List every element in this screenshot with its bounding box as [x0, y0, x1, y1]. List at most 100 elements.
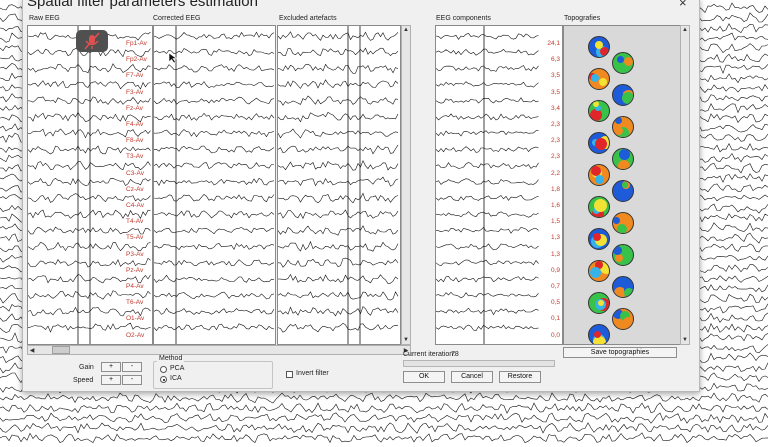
topography-blob — [624, 215, 632, 223]
gain-label: Gain — [79, 364, 94, 371]
eeg-channel-trace — [278, 128, 399, 139]
component-variance-value: 0,5 — [550, 299, 560, 307]
background-eeg-trace — [0, 432, 768, 444]
topography-map[interactable] — [588, 100, 610, 122]
eeg-component-trace — [436, 130, 539, 137]
eeg-channel-trace — [154, 96, 275, 105]
method-ica-radio[interactable] — [160, 376, 167, 383]
spatial-filter-dialog: Spatial filter parameters estimation × R… — [22, 0, 700, 392]
topo-scroll-down-icon[interactable]: ▼ — [681, 336, 689, 344]
topo-scroll-up-icon[interactable]: ▲ — [681, 26, 689, 34]
cancel-button[interactable]: Cancel — [451, 371, 493, 383]
eeg-channel-trace — [278, 209, 399, 220]
restore-button[interactable]: Restore — [499, 371, 541, 383]
topography-blob — [613, 217, 620, 224]
topography-map[interactable] — [588, 292, 610, 314]
eeg-components-pane[interactable]: 24,1 6,3 3,5 3,5 3,4 2,3 2,3 2,3 2,2 1,8 1,6 1,5 1,3… — [435, 25, 563, 345]
excluded-artefacts-pane[interactable] — [277, 25, 401, 345]
eeg-channel-trace — [278, 159, 399, 171]
method-ica-label: ICA — [170, 375, 182, 382]
scroll-up-icon[interactable]: ▲ — [402, 26, 410, 34]
eeg-horizontal-scrollbar[interactable]: ◀ ▶ — [27, 345, 411, 355]
corrected-eeg-pane[interactable] — [153, 25, 276, 345]
raw-eeg-pane[interactable]: Fp1-Av Fp2-Av F7-Av F3-Av Fz-Av F4-Av F8-Av T3-… — [27, 25, 153, 345]
eeg-channel-trace — [154, 259, 275, 267]
topography-blob — [623, 317, 633, 327]
mute-icon[interactable] — [76, 30, 108, 52]
eeg-component-trace — [436, 324, 539, 332]
topography-map[interactable] — [588, 68, 610, 90]
topography-map[interactable] — [612, 148, 634, 170]
method-pca-label: PCA — [170, 365, 185, 372]
topography-map[interactable] — [588, 36, 610, 58]
invert-filter-checkbox[interactable] — [286, 371, 293, 378]
component-variance-value: 1,8 — [550, 185, 560, 193]
topography-map[interactable] — [612, 84, 634, 106]
method-label: Method — [157, 355, 185, 362]
eeg-channel-trace — [154, 81, 275, 88]
speed-minus-button[interactable]: - — [122, 375, 142, 385]
component-variance-value: 24,1 — [547, 40, 560, 47]
channel-label: T5-Av — [126, 234, 144, 242]
topography-map[interactable] — [612, 308, 634, 330]
close-icon[interactable]: × — [679, 0, 687, 10]
scroll-down-icon[interactable]: ▼ — [402, 336, 410, 344]
component-variance-value: 1,6 — [550, 202, 560, 209]
scroll-left-icon[interactable]: ◀ — [28, 346, 36, 354]
method-pca-radio[interactable] — [160, 366, 167, 373]
eeg-channel-trace — [278, 31, 399, 41]
background-eeg-trace — [0, 422, 768, 434]
topography-map[interactable] — [612, 180, 634, 202]
horizontal-scroll-thumb[interactable] — [52, 346, 70, 354]
eeg-channel-trace — [278, 192, 399, 204]
topographies-scrollbar[interactable]: ▲ ▼ — [680, 25, 690, 345]
topography-map[interactable] — [588, 260, 610, 282]
topography-map[interactable] — [588, 228, 610, 250]
speed-plus-button[interactable]: + — [101, 375, 121, 385]
topography-map[interactable] — [612, 52, 634, 74]
component-variance-value: 2,2 — [550, 169, 560, 177]
topography-blob — [622, 182, 628, 188]
topography-map[interactable] — [612, 276, 634, 298]
channel-label: P3-Av — [126, 250, 144, 258]
save-topographies-button[interactable]: Save topographies — [563, 347, 677, 358]
topography-blob — [615, 117, 622, 124]
eeg-channel-trace — [154, 227, 275, 235]
dialog-title: Spatial filter parameters estimation — [27, 0, 258, 10]
eeg-channel-trace — [154, 129, 275, 138]
eeg-component-trace — [436, 113, 539, 121]
topography-blob — [619, 149, 630, 160]
eeg-channel-trace — [278, 273, 399, 284]
topography-blob — [598, 300, 604, 306]
eeg-channel-trace — [28, 177, 151, 187]
topography-blob — [617, 56, 624, 63]
ok-button[interactable]: OK — [403, 371, 445, 383]
topography-map[interactable] — [588, 196, 610, 218]
eeg-vertical-scrollbar[interactable]: ▲ ▼ — [401, 25, 411, 345]
topography-blob — [595, 138, 607, 150]
component-variance-value: 0,1 — [550, 315, 560, 323]
eeg-component-trace — [436, 259, 539, 267]
topography-blob — [590, 267, 601, 278]
gain-plus-button[interactable]: + — [101, 362, 121, 372]
eeg-component-trace — [436, 243, 539, 251]
topography-map[interactable] — [612, 244, 634, 266]
eeg-component-trace — [436, 194, 539, 201]
eeg-channel-trace — [278, 322, 399, 333]
component-variance-value: 2,3 — [550, 153, 560, 161]
eeg-channel-trace — [154, 323, 275, 331]
eeg-channel-trace — [278, 47, 399, 57]
channel-label: Cz-Av — [126, 185, 144, 193]
topography-map[interactable] — [612, 116, 634, 138]
eeg-component-trace — [436, 48, 539, 56]
eeg-channel-trace — [278, 176, 399, 187]
eeg-channel-trace — [278, 240, 399, 252]
gain-minus-button[interactable]: - — [122, 362, 142, 372]
topography-map[interactable] — [612, 212, 634, 234]
topography-map[interactable] — [588, 324, 610, 344]
topography-map[interactable] — [588, 132, 610, 154]
eeg-channel-trace — [278, 225, 399, 236]
eeg-component-trace — [436, 81, 539, 88]
topography-map[interactable] — [588, 164, 610, 186]
channel-label: Fp1-Av — [126, 40, 147, 47]
